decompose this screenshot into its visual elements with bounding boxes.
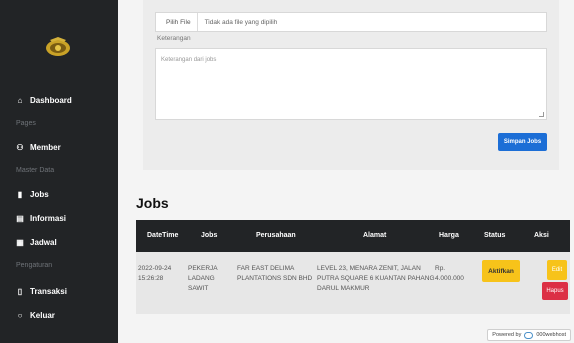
webhost-name: 000webhost [536, 332, 566, 338]
file-input[interactable]: Pilih File Tidak ada file yang dipilih [155, 12, 547, 32]
sidebar-heading-pengaturan: Pengaturan [16, 262, 53, 269]
sidebar-item-dashboard[interactable]: ⌂ Dashboard [16, 96, 72, 105]
jobs-line: SAWIT [188, 285, 209, 292]
sidebar-item-jobs[interactable]: ▮ Jobs [16, 190, 49, 199]
powered-by-badge[interactable]: Powered by 000webhost [487, 329, 571, 341]
sidebar-item-label: Transaksi [30, 287, 67, 296]
keterangan-label: Keterangan [157, 35, 191, 42]
jobs-form-card: Pilih File Tidak ada file yang dipilih K… [143, 0, 559, 170]
sidebar: ⌂ Dashboard Pages ⚇ Member Master Data ▮… [0, 0, 118, 343]
edit-button[interactable]: Edit [547, 260, 567, 280]
keterangan-textarea[interactable]: Keterangan dari jobs [155, 48, 547, 120]
table-icon: ▦ [16, 238, 24, 247]
column-header-perusahaan: Perusahaan [256, 232, 296, 239]
cell-jobs: PEKERJA LADANG SAWIT [188, 264, 218, 294]
sidebar-item-label: Member [30, 143, 61, 152]
save-jobs-button[interactable]: Simpan Jobs [498, 133, 547, 151]
police-crest-logo[interactable] [44, 36, 72, 58]
main-content: Pilih File Tidak ada file yang dipilih K… [118, 0, 574, 343]
perusahaan-line: PLANTATIONS SDN BHD [237, 275, 313, 282]
harga-currency: Rp. [435, 265, 446, 272]
alamat-line: PUTRA SQUARE 6 KUANTAN PAHANG [317, 275, 435, 282]
choose-file-button[interactable]: Pilih File [160, 13, 198, 31]
list-icon: ▤ [16, 214, 24, 223]
sidebar-item-transaksi[interactable]: ▯ Transaksi [16, 287, 67, 296]
harga-value: 4.000.000 [435, 275, 464, 282]
resize-handle-icon[interactable] [539, 112, 544, 117]
sidebar-heading-pages: Pages [16, 120, 36, 127]
jobs-line: LADANG [188, 275, 215, 282]
sidebar-item-member[interactable]: ⚇ Member [16, 143, 61, 152]
sidebar-item-label: Jobs [30, 190, 49, 199]
jobs-line: PEKERJA [188, 265, 218, 272]
column-header-aksi: Aksi [534, 232, 549, 239]
crest-icon [46, 37, 70, 56]
sidebar-item-informasi[interactable]: ▤ Informasi [16, 214, 66, 223]
alamat-line: DARUL MAKMUR [317, 285, 370, 292]
cell-harga: Rp. 4.000.000 [435, 264, 464, 284]
column-header-alamat: Alamat [363, 232, 387, 239]
webhost-logo-icon [524, 331, 534, 339]
cell-datetime: 2022-09-24 15:26:28 [138, 264, 171, 284]
perusahaan-line: FAR EAST DELIMA [237, 265, 295, 272]
sidebar-heading-master-data: Master Data [16, 167, 55, 174]
users-icon: ⚇ [16, 143, 24, 152]
cell-perusahaan: FAR EAST DELIMA PLANTATIONS SDN BHD [237, 264, 312, 284]
sidebar-item-jadwal[interactable]: ▦ Jadwal [16, 238, 57, 247]
table-header: DateTime Jobs Perusahaan Alamat Harga St… [136, 220, 570, 252]
delete-button[interactable]: Hapus [542, 282, 568, 300]
powered-by-text: Powered by [492, 332, 522, 338]
cell-alamat: LEVEL 23, MENARA ZENIT, JALAN PUTRA SQUA… [317, 264, 435, 294]
jobs-table: DateTime Jobs Perusahaan Alamat Harga St… [136, 220, 570, 314]
sidebar-item-label: Keluar [30, 311, 55, 320]
sidebar-item-label: Jadwal [30, 238, 57, 247]
activate-button[interactable]: Aktifkan [482, 260, 520, 282]
keterangan-placeholder: Keterangan dari jobs [161, 57, 217, 63]
home-icon: ⌂ [17, 96, 23, 105]
datetime-date: 2022-09-24 [138, 265, 172, 272]
column-header-datetime: DateTime [147, 232, 179, 239]
jobs-section-title: Jobs [136, 195, 169, 211]
alamat-line: LEVEL 23, MENARA ZENIT, JALAN [317, 265, 421, 272]
circle-icon: ○ [17, 311, 23, 320]
column-header-jobs: Jobs [201, 232, 218, 239]
column-header-harga: Harga [439, 232, 459, 239]
column-header-status: Status [484, 232, 506, 239]
file-status-text: Tidak ada file yang dipilih [204, 18, 278, 26]
datetime-time: 15:26:28 [138, 275, 164, 282]
document-icon: ▮ [17, 190, 23, 199]
file-icon: ▯ [17, 287, 23, 296]
sidebar-item-label: Informasi [30, 214, 67, 223]
sidebar-item-label: Dashboard [30, 96, 72, 105]
sidebar-item-keluar[interactable]: ○ Keluar [16, 311, 55, 320]
